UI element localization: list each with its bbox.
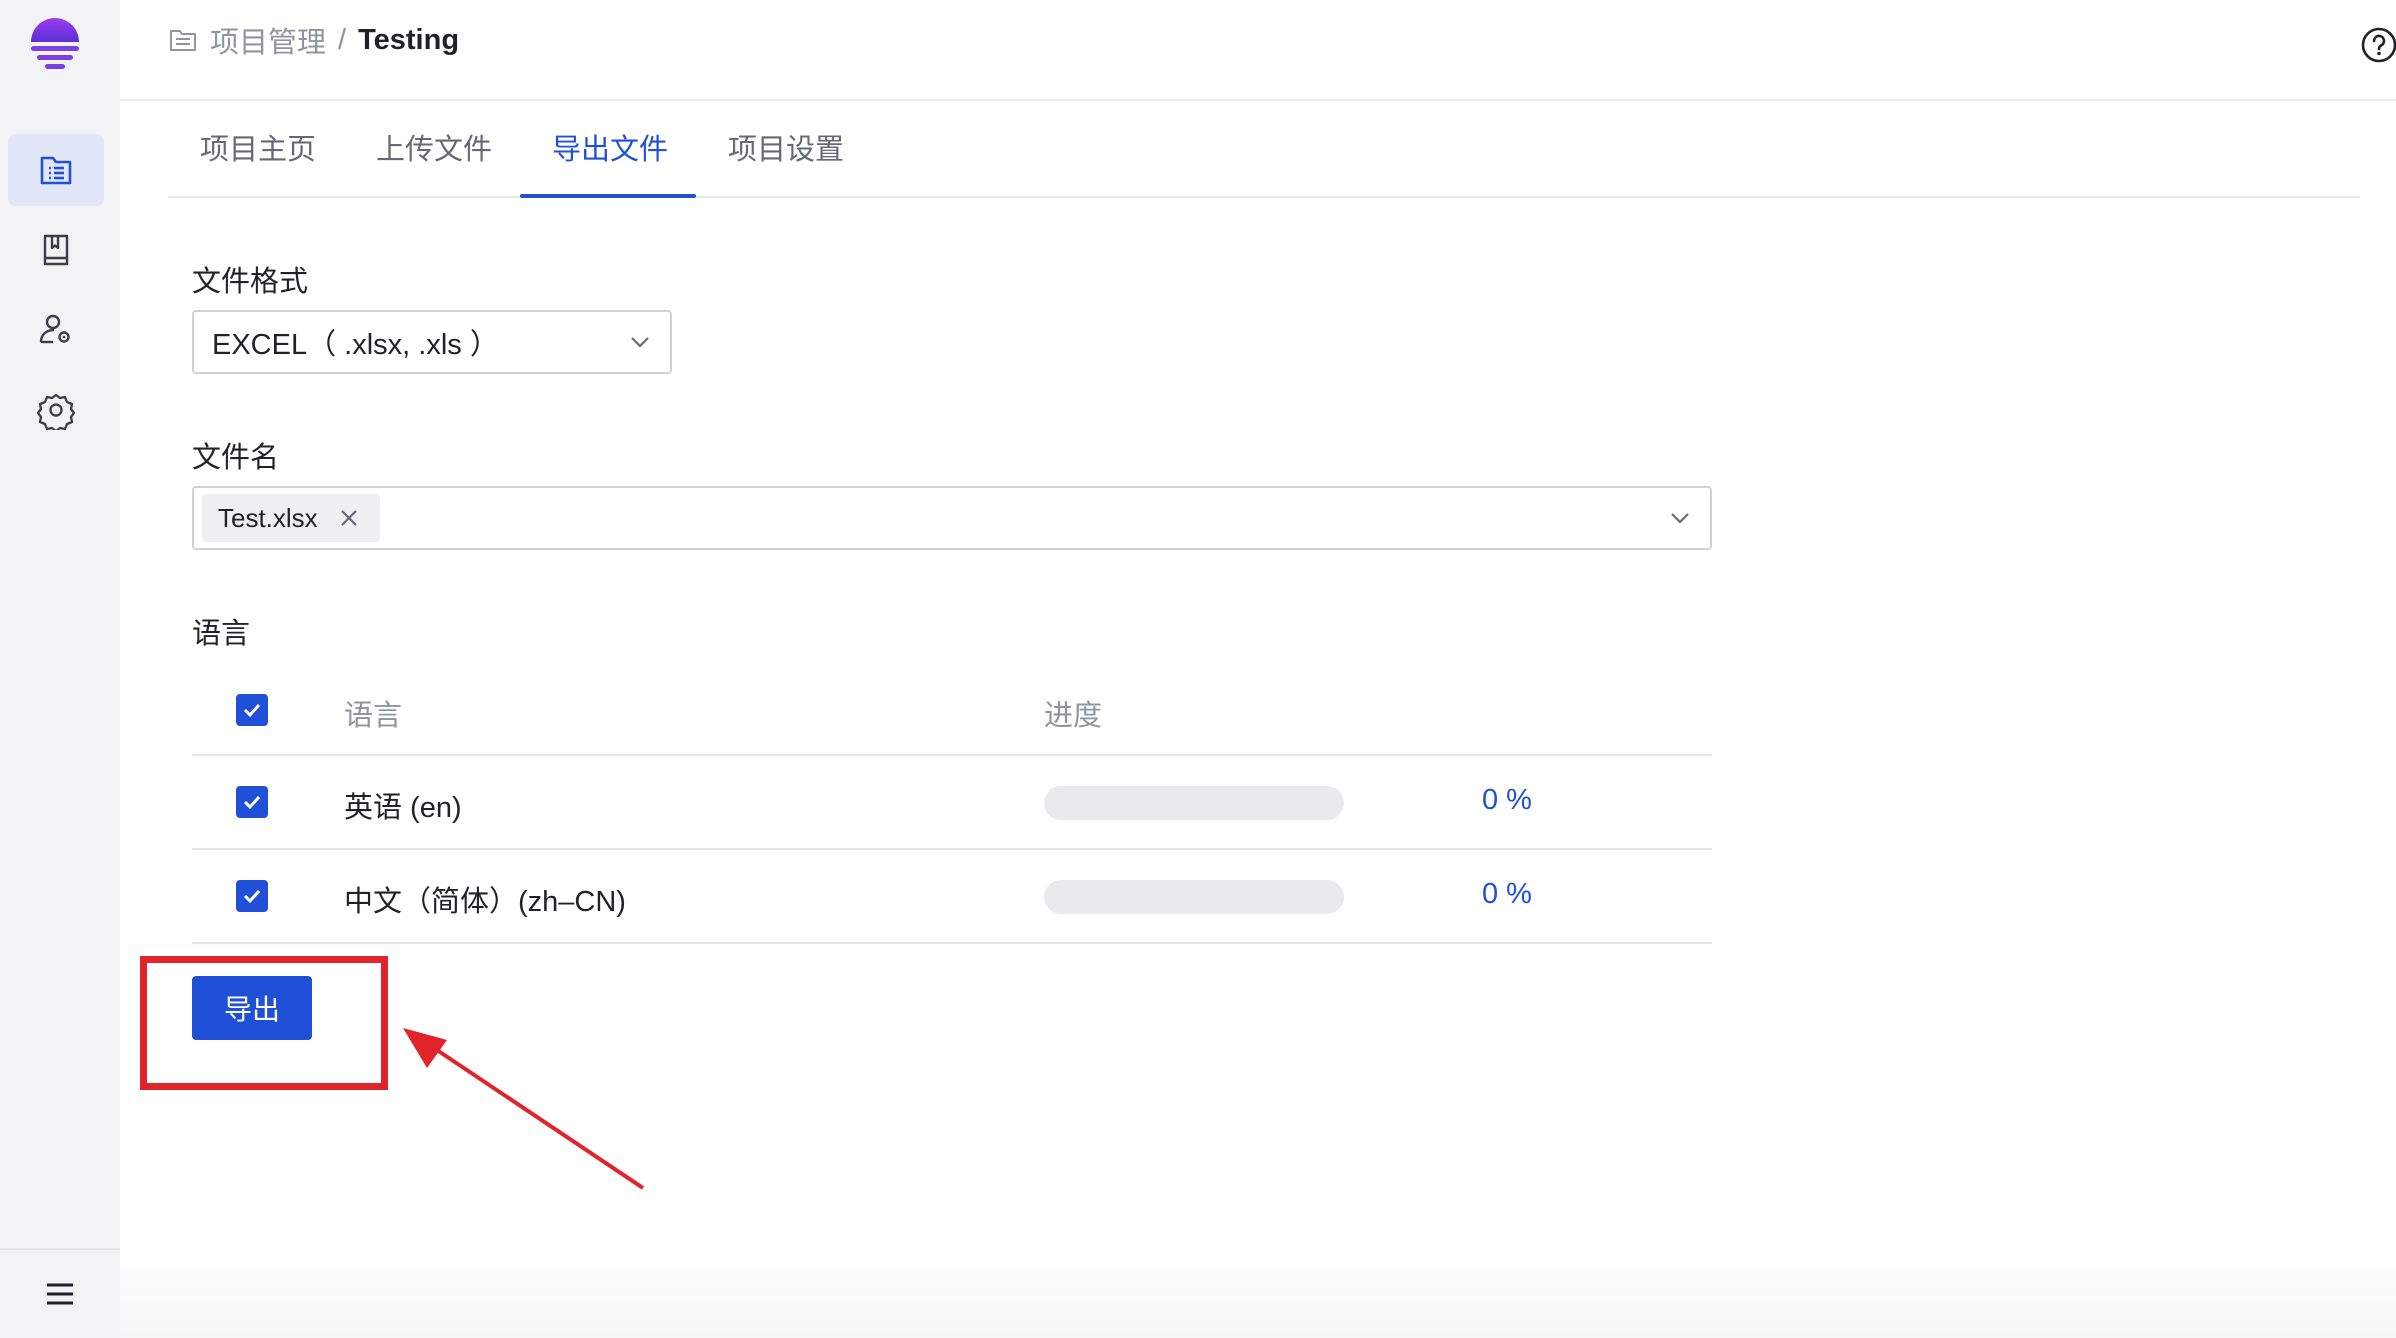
breadcrumb-separator: / [338,23,347,56]
top-header: 项目管理 / Testing [120,0,2396,101]
progress-percent: 0 % [1482,784,1532,816]
tab-project-settings[interactable]: 项目设置 [728,130,844,170]
menu-icon [47,1283,73,1305]
row-checkbox[interactable] [236,786,268,818]
breadcrumb-current: Testing [358,23,460,56]
row-checkbox[interactable] [236,880,268,912]
breadcrumb: 项目管理 / Testing [168,18,459,62]
chevron-down-icon [1671,513,1689,524]
file-name-select[interactable]: Test.xlsx [192,486,1712,550]
folder-icon [170,30,196,51]
help-icon[interactable] [2360,26,2396,64]
check-icon [243,795,261,810]
sidebar [0,0,120,1338]
sidebar-item-glossary[interactable] [8,214,104,286]
check-icon [243,703,261,718]
bottom-fade [120,1250,2396,1338]
annotation-highlight-box [140,956,388,1090]
select-all-checkbox[interactable] [236,694,268,726]
progress-bar [1044,880,1344,914]
user-settings-icon [39,314,70,344]
active-tab-indicator [520,194,696,198]
sidebar-item-projects[interactable] [8,134,104,206]
close-icon[interactable] [340,509,358,527]
tab-project-home[interactable]: 项目主页 [200,130,316,170]
progress-bar [1044,786,1344,820]
gear-icon [36,393,76,430]
project-list-icon [40,156,72,185]
brand-logo-icon[interactable] [27,16,83,74]
file-name-label: 文件名 [192,442,280,474]
file-tag: Test.xlsx [202,494,380,542]
column-header-progress: 进度 [1044,700,1103,732]
chevron-down-icon [631,337,649,348]
table-row: 中文（简体）(zh–CN) 0 % [192,850,1712,944]
table-header-row: 语言 进度 [192,674,1712,756]
tab-export-files[interactable]: 导出文件 [552,130,668,170]
file-tag-label: Test.xlsx [218,502,318,533]
tab-upload-files[interactable]: 上传文件 [376,130,492,170]
file-format-value: EXCEL（ .xlsx, .xls ） [212,329,499,361]
sidebar-item-members[interactable] [8,294,104,366]
language-name: 中文（简体）(zh–CN) [344,886,626,918]
annotation-arrow-icon [403,1028,645,1190]
table-row: 英语 (en) 0 % [192,756,1712,850]
sidebar-toggle[interactable] [0,1248,120,1338]
breadcrumb-parent[interactable]: 项目管理 [210,19,326,61]
language-label: 语言 [192,618,251,650]
column-header-language: 语言 [344,700,403,732]
file-format-label: 文件格式 [192,266,309,298]
file-format-select[interactable]: EXCEL（ .xlsx, .xls ） [192,310,672,374]
language-name: 英语 (en) [344,792,462,824]
book-icon [43,234,69,266]
progress-percent: 0 % [1482,878,1532,910]
check-icon [243,889,261,904]
sidebar-item-settings[interactable] [8,374,104,446]
tab-bar: 项目主页 上传文件 导出文件 项目设置 [168,102,2360,198]
